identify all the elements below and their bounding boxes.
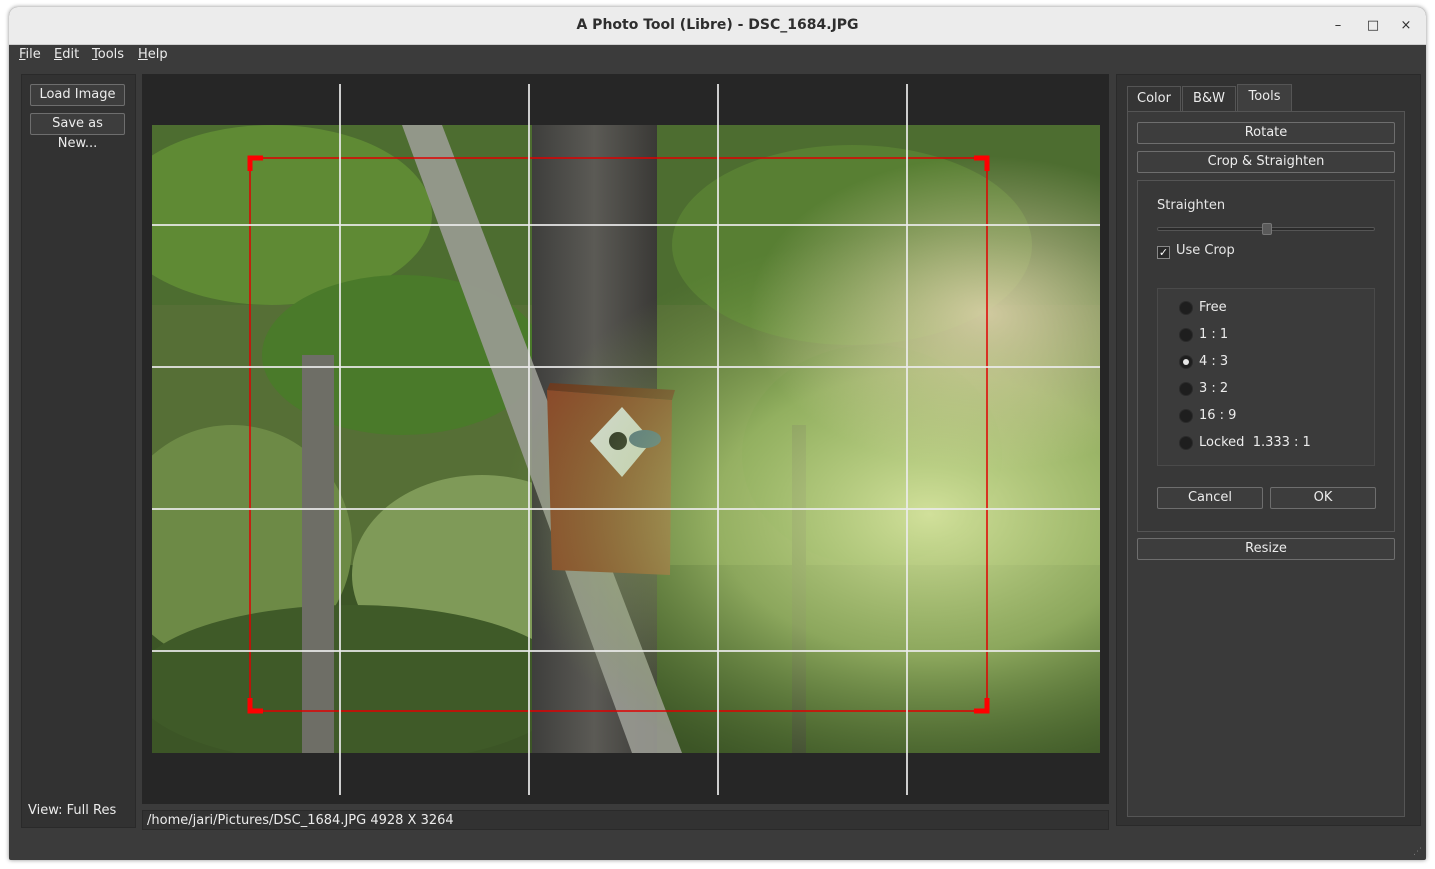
app-window: A Photo Tool (Libre) - DSC_1684.JPG – □ … [9, 7, 1426, 860]
grid-line-vertical [528, 84, 530, 795]
photo-preview[interactable] [152, 125, 1100, 753]
checkmark-icon: ✓ [1158, 246, 1169, 259]
window-title: A Photo Tool (Libre) - DSC_1684.JPG [576, 17, 859, 33]
menu-file-label: ile [25, 47, 41, 62]
crop-handle-bottom-left[interactable] [247, 698, 263, 714]
resize-grip-icon[interactable]: ⋰ [1413, 847, 1423, 857]
crop-handle-top-left[interactable] [247, 155, 263, 171]
tools-pane: Rotate Crop & Straighten Straighten ✓ Us… [1127, 111, 1405, 817]
grid-line-vertical [339, 84, 341, 795]
crop-handle-top-right[interactable] [974, 155, 990, 171]
menu-file[interactable]: File [19, 47, 41, 62]
title-bar[interactable]: A Photo Tool (Libre) - DSC_1684.JPG – □ … [9, 7, 1426, 45]
radio-16-9[interactable] [1179, 409, 1193, 423]
crop-handle-bottom-right[interactable] [974, 698, 990, 714]
radio-free[interactable] [1179, 301, 1193, 315]
tab-tools[interactable]: Tools [1237, 84, 1292, 111]
radio-3-2[interactable] [1179, 382, 1193, 396]
grid-line-horizontal [152, 366, 1100, 368]
menu-edit[interactable]: Edit [54, 47, 79, 62]
grid-line-vertical [906, 84, 908, 795]
crop-straighten-group: Straighten ✓ Use Crop Free 1 : 1 4 : 3 3… [1137, 180, 1395, 532]
straighten-slider-handle[interactable] [1262, 223, 1272, 235]
grid-line-horizontal [152, 650, 1100, 652]
rotate-button[interactable]: Rotate [1137, 122, 1395, 144]
minimize-button[interactable]: – [1328, 16, 1348, 36]
close-button[interactable]: × [1396, 16, 1416, 36]
grid-line-vertical [717, 84, 719, 795]
crop-straighten-button[interactable]: Crop & Straighten [1137, 151, 1395, 173]
grid-line-horizontal [152, 224, 1100, 226]
maximize-button[interactable]: □ [1363, 16, 1383, 36]
view-mode-label: View: Full Res [28, 803, 117, 818]
menu-bar: File Edit Tools Help [9, 45, 1426, 67]
radio-4-3[interactable] [1179, 355, 1193, 369]
radio-3-2-label: 3 : 2 [1199, 381, 1229, 396]
radio-locked[interactable] [1179, 436, 1193, 450]
menu-tools[interactable]: Tools [92, 47, 124, 62]
radio-free-label: Free [1199, 300, 1227, 315]
right-panel: Color B&W Tools Rotate Crop & Straighten… [1116, 74, 1421, 826]
aspect-ratio-group: Free 1 : 1 4 : 3 3 : 2 16 : 9 Locked 1.3… [1157, 288, 1375, 466]
menu-tools-label: ools [97, 47, 125, 62]
use-crop-checkbox[interactable]: ✓ [1157, 246, 1170, 259]
straighten-label: Straighten [1157, 198, 1226, 213]
menu-edit-mnemonic: E [54, 47, 63, 62]
radio-1-1[interactable] [1179, 328, 1193, 342]
tab-color[interactable]: Color [1127, 86, 1181, 111]
ok-button[interactable]: OK [1270, 487, 1376, 509]
grid-line-horizontal [152, 508, 1100, 510]
status-bar: /home/jari/Pictures/DSC_1684.JPG 4928 X … [142, 810, 1109, 830]
radio-4-3-label: 4 : 3 [1199, 354, 1229, 369]
menu-help-mnemonic: H [138, 47, 148, 62]
cancel-button[interactable]: Cancel [1157, 487, 1263, 509]
tab-bw[interactable]: B&W [1182, 86, 1236, 111]
radio-locked-label: Locked 1.333 : 1 [1199, 435, 1311, 450]
use-crop-label: Use Crop [1176, 243, 1235, 258]
menu-edit-label: dit [62, 47, 80, 62]
radio-16-9-label: 16 : 9 [1199, 408, 1237, 423]
save-as-new-button[interactable]: Save as New... [30, 113, 125, 151]
straighten-slider[interactable] [1157, 223, 1375, 235]
resize-button[interactable]: Resize [1137, 538, 1395, 560]
load-image-button[interactable]: Load Image [30, 84, 125, 106]
menu-help-label: elp [147, 47, 168, 62]
image-canvas[interactable] [142, 74, 1109, 804]
crop-frame[interactable] [249, 157, 988, 712]
crop-overlay[interactable] [152, 125, 1100, 753]
radio-1-1-label: 1 : 1 [1199, 327, 1229, 342]
menu-help[interactable]: Help [138, 47, 168, 62]
file-info: /home/jari/Pictures/DSC_1684.JPG 4928 X … [147, 813, 454, 828]
left-panel: Load Image Save as New... [21, 74, 136, 828]
